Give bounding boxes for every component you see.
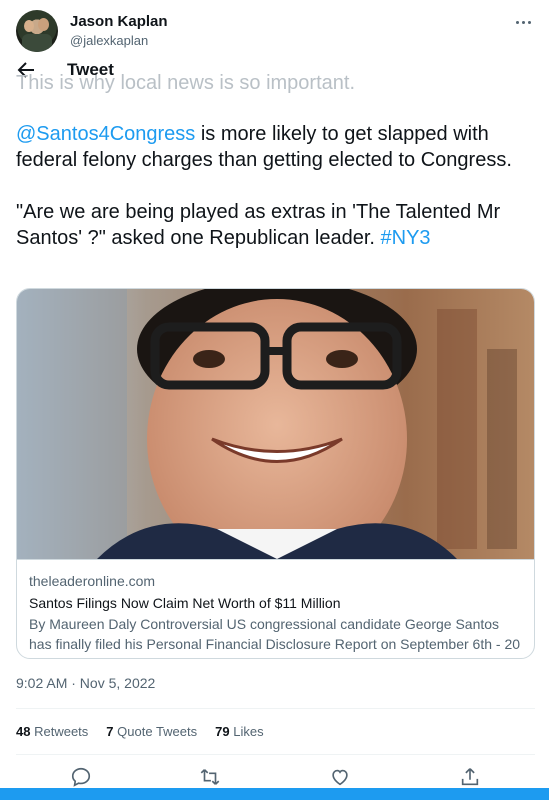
reply-icon[interactable] bbox=[70, 766, 92, 788]
more-dots-icon bbox=[515, 20, 519, 24]
likes-stat[interactable]: 79 Likes bbox=[215, 724, 263, 739]
author-handle[interactable]: @jalexkaplan bbox=[70, 33, 148, 48]
card-title: Santos Filings Now Claim Net Worth of $1… bbox=[29, 595, 341, 611]
retweets-stat[interactable]: 48 Retweets bbox=[16, 724, 88, 739]
divider bbox=[16, 754, 535, 755]
like-icon[interactable] bbox=[329, 766, 351, 788]
tweet-text: @Santos4Congress is more likely to get s… bbox=[16, 121, 536, 277]
card-domain: theleaderonline.com bbox=[29, 573, 156, 589]
quote-tweets-stat[interactable]: 7 Quote Tweets bbox=[106, 724, 197, 739]
link-preview-card[interactable]: theleaderonline.com Santos Filings Now C… bbox=[16, 288, 535, 659]
card-image[interactable] bbox=[17, 289, 534, 559]
more-options-button[interactable] bbox=[511, 12, 535, 32]
page-title: Tweet bbox=[67, 60, 114, 79]
author-name[interactable]: Jason Kaplan bbox=[70, 13, 168, 30]
avatar[interactable] bbox=[16, 10, 58, 52]
card-meta[interactable]: theleaderonline.com Santos Filings Now C… bbox=[17, 559, 534, 658]
retweet-icon[interactable] bbox=[199, 766, 221, 788]
bottom-banner bbox=[0, 788, 549, 800]
mention-link[interactable]: @Santos4Congress bbox=[16, 123, 195, 145]
tweet-timestamp[interactable]: 9:02 AM · Nov 5, 2022 bbox=[16, 675, 155, 691]
share-icon[interactable] bbox=[459, 766, 481, 788]
engagement-stats: 48 Retweets 7 Quote Tweets 79 Likes bbox=[16, 724, 264, 739]
hashtag-link[interactable]: #NY3 bbox=[381, 227, 431, 249]
card-description: By Maureen Daly Controversial US congres… bbox=[29, 616, 521, 658]
divider bbox=[16, 708, 535, 709]
